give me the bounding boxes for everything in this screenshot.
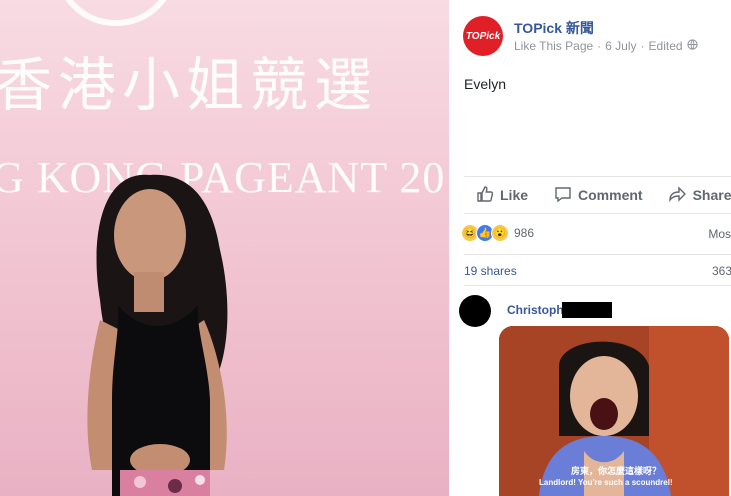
share-label: Share bbox=[692, 187, 731, 203]
meme-subtitle-chinese: 房東，你怎麼這樣呀？ bbox=[571, 466, 662, 476]
page-name-link[interactable]: TOPick 新聞 bbox=[514, 18, 594, 38]
page-avatar-text: TOPick bbox=[465, 30, 501, 42]
comment-button[interactable]: Comment bbox=[554, 185, 643, 206]
post-meta: Like This Page · 6 July · Edited bbox=[514, 39, 698, 53]
reaction-summary[interactable]: 😆 👍 😮 986 bbox=[461, 224, 534, 242]
comment-bubble-icon bbox=[554, 185, 572, 206]
woman-figure bbox=[87, 174, 228, 496]
thumbs-up-icon bbox=[476, 185, 494, 206]
like-label: Like bbox=[500, 187, 529, 203]
commenter-avatar[interactable] bbox=[459, 295, 491, 327]
post-panel: TOPick TOPick 新聞 Like This Page · 6 July… bbox=[449, 0, 731, 496]
meta-separator: · bbox=[597, 39, 602, 53]
shares-link[interactable]: 19 shares bbox=[464, 264, 517, 278]
page-avatar[interactable]: TOPick bbox=[463, 16, 503, 56]
reaction-count: 986 bbox=[514, 226, 535, 240]
share-arrow-icon bbox=[668, 185, 687, 206]
like-button[interactable]: Like bbox=[476, 185, 528, 206]
post-photo[interactable]: 香港小姐競選 G KONG PAGEANT 2018 bbox=[0, 0, 449, 496]
globe-icon bbox=[686, 39, 698, 53]
meta-separator: · bbox=[640, 39, 645, 53]
meme-subtitle-english: Landlord! You're such a scoundrel! bbox=[539, 478, 673, 487]
post-date[interactable]: 6 July bbox=[605, 39, 636, 53]
like-page-link[interactable]: Like This Page bbox=[514, 39, 593, 53]
post-text: Evelyn bbox=[464, 76, 507, 92]
action-bar: Like Comment Share bbox=[464, 176, 731, 214]
comments-count[interactable]: 363 bbox=[712, 264, 731, 278]
share-button[interactable]: Share bbox=[668, 185, 731, 206]
commenter-name[interactable]: Christoph bbox=[507, 303, 564, 317]
redaction-bar bbox=[562, 302, 612, 318]
stats-row: 19 shares 363 bbox=[464, 254, 731, 286]
comment-label: Comment bbox=[578, 187, 643, 203]
edited-label[interactable]: Edited bbox=[649, 39, 683, 53]
most-relevant-dropdown[interactable]: Mos bbox=[708, 227, 731, 241]
comment-image[interactable]: 房東，你怎麼這樣呀？ Landlord! You're such a scoun… bbox=[499, 326, 729, 496]
wow-reaction-icon: 😮 bbox=[491, 224, 509, 242]
